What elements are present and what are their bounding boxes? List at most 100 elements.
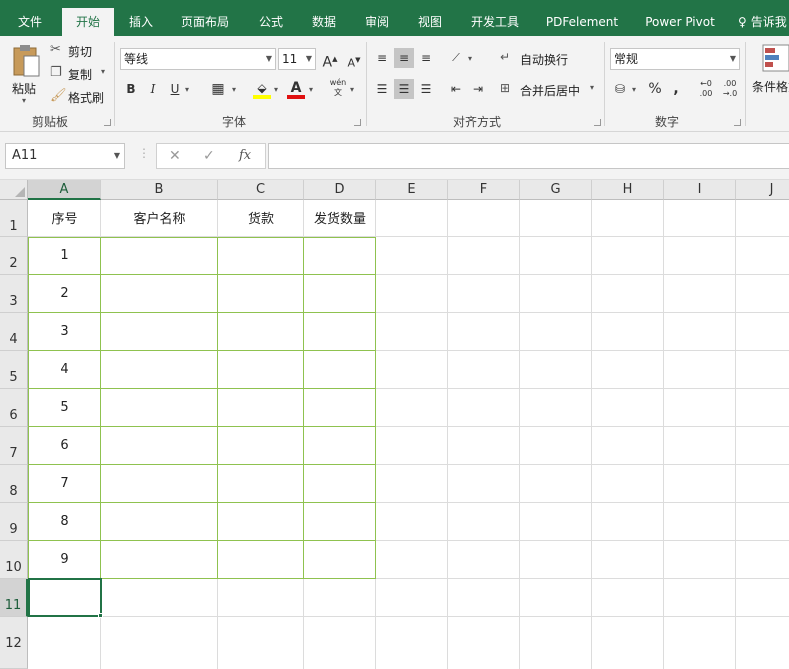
chevron-down-icon[interactable]: ▾ [185,85,189,94]
row-header-7[interactable]: 7 [0,427,28,465]
row-header-11[interactable]: 11 [0,579,28,617]
row-header-4[interactable]: 4 [0,313,28,351]
tab-formulas[interactable]: 公式 [250,0,292,36]
increase-indent-icon[interactable]: ⇥ [468,79,488,99]
column-header-c[interactable]: C [218,180,304,200]
chevron-down-icon[interactable]: ▾ [274,85,278,94]
select-all-corner[interactable] [0,180,28,200]
align-bottom-icon[interactable]: ≡ [416,48,436,68]
decrease-decimal-icon[interactable]: .00 →.0 [720,79,740,99]
tab-file[interactable]: 文件 [8,0,52,36]
currency-icon[interactable]: ⛁ [610,79,630,99]
cell-a5[interactable]: 4 [28,362,101,377]
row-header-1[interactable]: 1 [0,200,28,237]
percent-button[interactable]: % [645,79,665,99]
format-painter-button[interactable]: 🖌 格式刷 [48,88,110,106]
column-header-h[interactable]: H [592,180,664,200]
insert-function-button[interactable]: fx [239,148,251,163]
borders-icon[interactable]: ▦ [208,79,228,99]
tab-review[interactable]: 审阅 [356,0,398,36]
grow-font-button[interactable]: A▲ [320,49,340,71]
row-header-9[interactable]: 9 [0,503,28,541]
cell-a4[interactable]: 3 [28,324,101,339]
tab-view[interactable]: 视图 [409,0,451,36]
fill-handle[interactable] [98,613,103,618]
phonetic-guide-button[interactable]: wén 文 [328,78,348,98]
tab-power-pivot[interactable]: Power Pivot [637,0,723,36]
shrink-font-button[interactable]: A▼ [344,50,364,70]
merge-center-button[interactable]: ⊞ 合并后居中 ▾ [500,81,598,99]
active-cell-a11[interactable] [28,578,102,617]
tell-me-search[interactable]: ♀ 告诉我 [738,0,789,36]
orientation-icon[interactable]: ⟋ [446,48,466,68]
chevron-down-icon[interactable]: ▾ [468,54,472,63]
dialog-launcher-icon[interactable] [734,119,741,126]
cell-a9[interactable]: 8 [28,514,101,529]
align-center-icon[interactable]: ☰ [394,79,414,99]
tab-insert[interactable]: 插入 [120,0,162,36]
italic-button[interactable]: I [143,79,163,99]
dialog-launcher-icon[interactable] [594,119,601,126]
cancel-icon[interactable]: ✕ [169,148,181,164]
copy-button[interactable]: ❐ 复制 ▾ [48,65,112,83]
cell-d1-header[interactable]: 发货数量 [304,208,376,227]
row-header-10[interactable]: 10 [0,541,28,579]
row-header-12[interactable]: 12 [0,617,28,669]
font-color-button[interactable]: A [286,78,306,99]
align-middle-icon[interactable]: ≡ [394,48,414,68]
column-header-j[interactable]: J [736,180,789,200]
tab-home[interactable]: 开始 [62,8,114,36]
row-header-6[interactable]: 6 [0,389,28,427]
tab-data[interactable]: 数据 [303,0,345,36]
cell-a2[interactable]: 1 [28,248,101,263]
row-header-3[interactable]: 3 [0,275,28,313]
row-header-5[interactable]: 5 [0,351,28,389]
bold-button[interactable]: B [121,79,141,99]
tab-page-layout[interactable]: 页面布局 [172,0,238,36]
row-header-2[interactable]: 2 [0,237,28,275]
font-size-combo[interactable]: 11 ▼ [278,48,316,70]
column-header-d[interactable]: D [304,180,376,200]
dialog-launcher-icon[interactable] [354,119,361,126]
column-header-i[interactable]: I [664,180,736,200]
tab-developer[interactable]: 开发工具 [462,0,528,36]
cell-a1-header[interactable]: 序号 [28,208,101,227]
cut-button[interactable]: ✂ 剪切 [48,42,108,60]
name-box[interactable]: A11 ▼ [5,143,125,169]
column-header-b[interactable]: B [101,180,218,200]
number-format-combo[interactable]: 常规 ▼ [610,48,740,70]
chevron-down-icon[interactable]: ▾ [309,85,313,94]
row-header-8[interactable]: 8 [0,465,28,503]
column-header-a[interactable]: A [28,180,101,200]
chevron-down-icon[interactable]: ▾ [232,85,236,94]
underline-button[interactable]: U [165,79,185,99]
align-right-icon[interactable]: ☰ [416,79,436,99]
increase-decimal-icon[interactable]: ←0.00 [696,79,716,99]
worksheet-grid[interactable]: A B C D E F G H I J 1 2 3 4 5 6 7 8 9 10… [0,180,789,669]
align-left-icon[interactable]: ☰ [372,79,392,99]
fill-color-button[interactable]: ⬙ [252,78,272,99]
align-top-icon[interactable]: ≡ [372,48,392,68]
chevron-down-icon[interactable]: ▾ [350,85,354,94]
conditional-formatting-button[interactable]: 条件格式 [750,42,789,106]
cell-a7[interactable]: 6 [28,438,101,453]
font-name-combo[interactable]: 等线 ▼ [120,48,276,70]
cell-a6[interactable]: 5 [28,400,101,415]
column-header-f[interactable]: F [448,180,520,200]
column-header-e[interactable]: E [376,180,448,200]
chevron-down-icon[interactable]: ▾ [632,85,636,94]
cell-a3[interactable]: 2 [28,286,101,301]
check-icon[interactable]: ✓ [203,148,215,164]
paste-button[interactable]: 粘贴 ▾ [6,42,46,106]
dialog-launcher-icon[interactable] [104,119,111,126]
decrease-indent-icon[interactable]: ⇤ [446,79,466,99]
cell-a8[interactable]: 7 [28,476,101,491]
formula-input[interactable] [268,143,789,169]
column-header-g[interactable]: G [520,180,592,200]
cell-b1-header[interactable]: 客户名称 [101,208,218,227]
cell-c1-header[interactable]: 货款 [218,208,304,227]
cell-a10[interactable]: 9 [28,552,101,567]
wrap-text-button[interactable]: ↵ 自动换行 [500,50,574,68]
tab-pdfelement[interactable]: PDFelement [540,0,624,36]
comma-style-button[interactable]: , [666,79,686,99]
